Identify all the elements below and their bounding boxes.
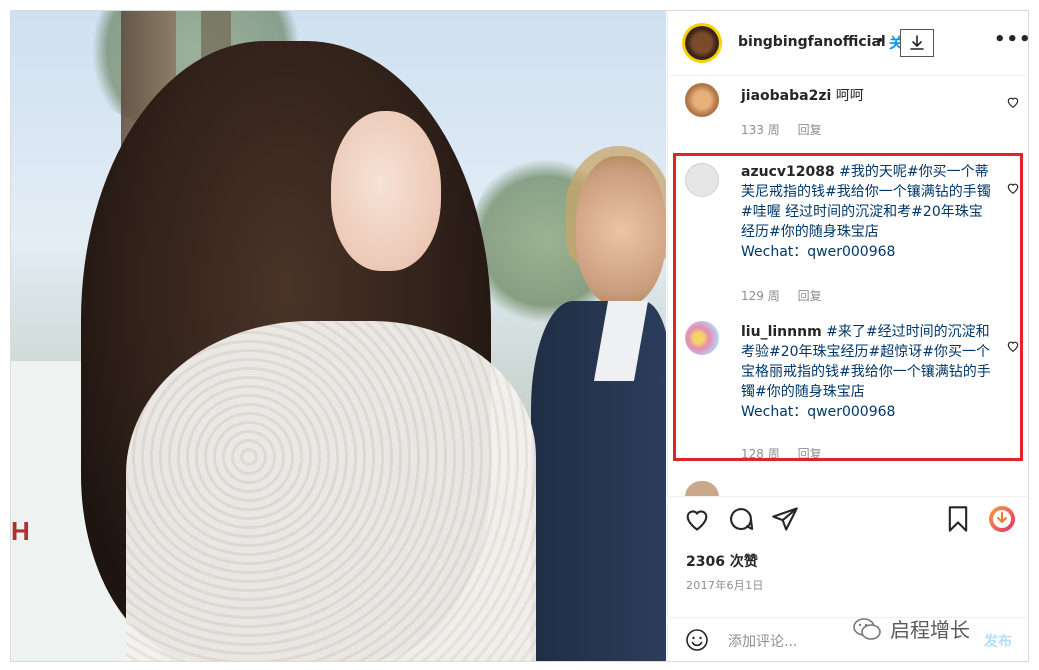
subject-lace-dress bbox=[126, 321, 536, 661]
post-header: bingbingfanofficial • 关注 ••• bbox=[668, 11, 1032, 76]
more-options-button[interactable]: ••• bbox=[994, 29, 1032, 50]
comment-bubble-icon[interactable] bbox=[727, 505, 755, 533]
comment-age: 133 周 bbox=[741, 123, 780, 137]
download-circle-icon[interactable] bbox=[988, 505, 1016, 533]
comment-meta: 133 周 回复 bbox=[741, 121, 836, 138]
post-comment-button[interactable]: 发布 bbox=[984, 631, 1012, 651]
post-modal: H bingbingfanofficial • 关注 ••• jiaobaba2 bbox=[10, 10, 1032, 662]
author-avatar[interactable] bbox=[685, 26, 719, 60]
like-comment-heart-icon[interactable] bbox=[1006, 95, 1020, 109]
background-person-face bbox=[576, 156, 666, 306]
wall-sign-text: H bbox=[11, 516, 30, 546]
comment-item: jiaobaba2zi 呵呵 133 周 回复 bbox=[668, 83, 1029, 153]
post-photo: H bbox=[11, 11, 666, 661]
author-username[interactable]: bingbingfanofficial bbox=[738, 34, 886, 50]
wechat-logo-icon bbox=[853, 617, 881, 640]
watermark-text: 启程增长 bbox=[890, 618, 970, 642]
save-bookmark-icon[interactable] bbox=[944, 505, 972, 533]
comment-content: 呵呵 bbox=[835, 88, 864, 104]
download-icon bbox=[910, 35, 924, 50]
next-commenter-avatar[interactable] bbox=[685, 481, 719, 497]
emoji-smiley-icon[interactable] bbox=[685, 628, 709, 652]
action-bar bbox=[668, 496, 1029, 543]
reply-button[interactable]: 回复 bbox=[798, 123, 822, 137]
commenter-username[interactable]: jiaobaba2zi bbox=[741, 88, 831, 104]
add-comment-bar: 添加评论... 发布 bbox=[668, 617, 1029, 662]
like-heart-icon[interactable] bbox=[683, 505, 711, 533]
add-comment-input[interactable]: 添加评论... bbox=[728, 631, 797, 651]
post-side-panel: bingbingfanofficial • 关注 ••• jiaobaba2zi… bbox=[667, 11, 1032, 662]
like-count[interactable]: 2306 次赞 bbox=[686, 551, 758, 571]
commenter-avatar[interactable] bbox=[685, 83, 719, 117]
download-button[interactable] bbox=[900, 29, 934, 57]
share-paper-plane-icon[interactable] bbox=[771, 505, 799, 533]
highlight-box bbox=[673, 153, 1023, 461]
subject-face bbox=[331, 111, 441, 271]
separator-dot: • bbox=[876, 33, 885, 49]
watermark: 启程增长 bbox=[852, 614, 970, 643]
comment-text: jiaobaba2zi 呵呵 bbox=[741, 86, 991, 106]
post-date: 2017年6月1日 bbox=[686, 579, 764, 592]
